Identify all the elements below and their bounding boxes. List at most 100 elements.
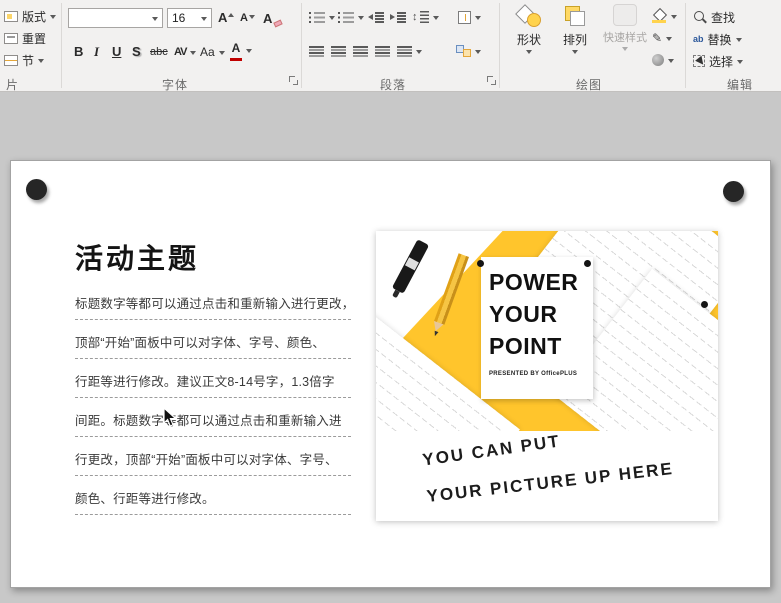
align-right-button[interactable]: [353, 41, 368, 61]
text-shadow-button[interactable]: S: [132, 42, 141, 62]
shapes-label: 形状: [516, 33, 541, 47]
arrange-button[interactable]: 排列: [552, 4, 598, 70]
distribute-icon: [397, 45, 412, 57]
section-icon: [4, 54, 18, 66]
align-center-icon: [331, 45, 346, 57]
character-spacing-button[interactable]: AV: [174, 42, 197, 62]
justify-icon: [375, 45, 390, 57]
chevron-down-icon: [358, 16, 364, 20]
chevron-down-icon: [666, 37, 673, 41]
char-spacing-letters: AV: [174, 46, 188, 58]
chevron-down-icon: [671, 15, 677, 19]
pin-dot: [701, 301, 708, 308]
change-case-button[interactable]: Aa: [200, 42, 225, 62]
shape-outline-button[interactable]: ✎: [652, 28, 673, 48]
layout-button[interactable]: 版式: [4, 6, 57, 26]
group-separator: [301, 3, 302, 88]
effects-icon: [652, 54, 664, 66]
grow-font-letter: A: [218, 10, 228, 25]
chevron-down-icon: [218, 51, 225, 55]
replace-label: 替换: [707, 32, 732, 47]
increase-indent-button[interactable]: [390, 7, 406, 27]
text-direction-button[interactable]: [458, 7, 481, 27]
decrease-font-size-button[interactable]: A: [240, 8, 255, 28]
slide-title[interactable]: 活动主题: [75, 237, 199, 277]
font-color-icon: A: [230, 39, 242, 61]
convert-smartart-button[interactable]: [456, 41, 481, 61]
italic-button[interactable]: I: [94, 42, 99, 62]
find-button[interactable]: 查找: [693, 7, 735, 27]
section-button[interactable]: 节: [4, 50, 45, 70]
font-size-value: 16: [172, 11, 186, 25]
decrease-indent-button[interactable]: [368, 7, 384, 27]
replace-button[interactable]: ab 替换: [693, 29, 742, 49]
caption-line: YOU CAN PUT: [421, 431, 562, 470]
chevron-down-icon: [735, 38, 742, 42]
pin-dot-left: [26, 179, 47, 200]
shadow-letter: S: [132, 44, 141, 59]
shape-effects-button[interactable]: [652, 50, 674, 70]
align-right-icon: [353, 45, 368, 57]
paragraph-dialog-launcher[interactable]: [487, 76, 497, 86]
section-label: 节: [22, 53, 35, 68]
font-size-combobox[interactable]: 16: [167, 8, 212, 28]
body-line: 行距等进行修改。建议正文8-14号字，1.3倍字: [75, 359, 351, 398]
paragraph-group-label: 段落: [380, 78, 407, 92]
shapes-button[interactable]: 形状: [506, 4, 552, 70]
shrink-font-letter: A: [240, 12, 248, 24]
font-name-combobox[interactable]: [68, 8, 163, 28]
drawing-group-label: 绘图: [576, 78, 603, 92]
select-button[interactable]: 选择: [693, 51, 744, 71]
picture-placeholder[interactable]: POWER YOUR POINT PRESENTED BY OfficePLUS…: [376, 231, 718, 521]
align-center-button[interactable]: [331, 41, 346, 61]
justify-button[interactable]: [375, 41, 390, 61]
font-dialog-launcher[interactable]: [289, 76, 299, 86]
quick-styles-icon: [613, 4, 637, 26]
smartart-icon: [456, 45, 471, 57]
chevron-down-icon: [475, 50, 481, 54]
pin-dot: [584, 260, 591, 267]
body-line: 顶部“开始”面板中可以对字体、字号、颜色、: [75, 320, 351, 359]
pencil-icon: ✎: [652, 30, 663, 45]
bold-button[interactable]: B: [74, 42, 83, 62]
bullet-list-icon: [309, 11, 325, 23]
chevron-down-icon: [475, 16, 481, 20]
reset-label: 重置: [22, 31, 47, 46]
increase-indent-icon: [390, 11, 406, 23]
quick-styles-label: 快速样式: [603, 32, 647, 44]
pin-dot-right: [723, 181, 744, 202]
chevron-down-icon: [38, 59, 45, 63]
distribute-button[interactable]: [397, 41, 422, 61]
slide[interactable]: 活动主题 标题数字等都可以通过点击和重新输入进行更改， 顶部“开始”面板中可以对…: [10, 160, 771, 588]
quick-styles-button: 快速样式: [598, 4, 652, 70]
strikethrough-button[interactable]: abc: [150, 42, 168, 62]
chevron-down-icon: [329, 16, 335, 20]
increase-font-size-button[interactable]: A: [218, 8, 235, 28]
replace-icon: ab: [693, 33, 704, 44]
slide-body-textbox[interactable]: 标题数字等都可以通过点击和重新输入进行更改， 顶部“开始”面板中可以对字体、字号…: [75, 281, 354, 515]
chevron-down-icon: [416, 50, 422, 54]
align-left-button[interactable]: [309, 41, 324, 61]
group-separator: [61, 3, 62, 88]
underline-letter: U: [112, 44, 122, 59]
bullets-button[interactable]: [309, 7, 335, 27]
chevron-down-icon: [432, 16, 439, 20]
numbering-button[interactable]: [338, 7, 364, 27]
shape-fill-button[interactable]: [652, 6, 677, 26]
font-color-button[interactable]: A: [230, 39, 252, 61]
eraser-icon: [273, 19, 284, 28]
body-line: 标题数字等都可以通过点击和重新输入进行更改，: [75, 281, 354, 320]
ribbon: 版式 重置 节 片 16 A A A B I U S abc AV Aa A 字…: [0, 0, 781, 92]
slide-canvas[interactable]: 活动主题 标题数字等都可以通过点击和重新输入进行更改， 顶部“开始”面板中可以对…: [0, 93, 781, 603]
change-case-letters: Aa: [200, 45, 215, 59]
underline-button[interactable]: U: [112, 42, 121, 62]
chevron-up-icon: [228, 13, 235, 17]
line-spacing-icon: ↕: [412, 11, 429, 23]
body-line: 颜色、行距等进行修改。: [75, 476, 351, 515]
reset-button[interactable]: 重置: [4, 28, 46, 48]
select-label: 选择: [709, 54, 734, 69]
line-spacing-button[interactable]: ↕: [412, 7, 439, 27]
bold-letter: B: [74, 44, 84, 59]
layout-icon: [4, 10, 18, 22]
arrange-label: 排列: [562, 33, 587, 47]
